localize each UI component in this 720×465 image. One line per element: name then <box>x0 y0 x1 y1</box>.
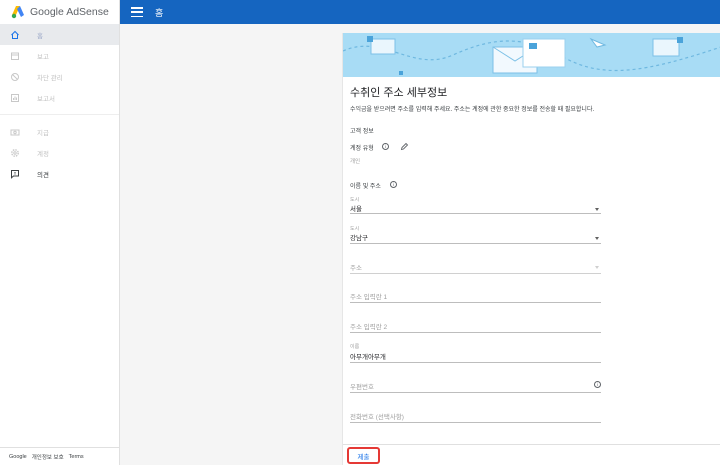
phone-input[interactable]: 전화번호 (선택사항) <box>350 411 404 421</box>
block-icon <box>10 72 20 82</box>
submit-button[interactable]: 제출 <box>347 447 380 464</box>
district-select[interactable]: 강남구 <box>350 232 368 242</box>
address-select[interactable]: 주소 <box>350 262 362 272</box>
city-label: 도시 <box>350 197 360 203</box>
sidebar-item-label: 지급 <box>37 129 49 137</box>
info-icon[interactable]: i <box>390 181 397 188</box>
sidebar-item-label: 차단 관리 <box>37 74 63 82</box>
privacy-link[interactable]: 개인정보 보호 <box>32 453 64 461</box>
address-line2-underline <box>350 332 601 333</box>
sidebar-item-home[interactable]: 홈 <box>0 24 119 45</box>
hero-illustration <box>343 33 720 77</box>
info-icon[interactable]: i <box>382 143 389 150</box>
sidebar-item-reports[interactable]: 보고서 <box>0 87 119 108</box>
top-bar: 홈 <box>120 0 720 24</box>
page-title: 홈 <box>155 7 164 18</box>
sidebar: 홈 보고 차단 관리 보고서 지급 계정 의견 Google 개인정보 보호 T… <box>0 24 120 465</box>
sidebar-item-label: 홈 <box>37 32 43 40</box>
brand-name: Google AdSense <box>30 6 109 18</box>
sidebar-item-payments[interactable]: 지급 <box>0 121 119 142</box>
feedback-icon <box>10 169 20 179</box>
brand[interactable]: Google AdSense <box>0 0 120 24</box>
sidebar-divider <box>0 114 119 115</box>
adsense-logo-icon <box>11 6 24 19</box>
city-select[interactable]: 서울 <box>350 203 362 213</box>
chevron-down-icon[interactable] <box>595 237 599 240</box>
terms-link[interactable]: Terms <box>69 454 84 460</box>
calendar-icon <box>10 51 20 61</box>
name-underline <box>350 362 601 363</box>
account-type-value: 개인 <box>350 159 361 165</box>
name-input[interactable]: 아무개아무개 <box>350 351 386 361</box>
edit-pencil-icon[interactable] <box>400 142 409 151</box>
sidebar-item-block-management[interactable]: 차단 관리 <box>0 66 119 87</box>
address-line1-input[interactable]: 주소 입력란 1 <box>350 291 387 301</box>
district-underline <box>350 243 601 244</box>
sidebar-item-label: 보고 <box>37 53 49 61</box>
hamburger-menu-icon[interactable] <box>131 7 143 17</box>
form-description: 수익금을 받으려면 주소를 입력해 주세요. 주소는 계정에 관한 중요한 정보… <box>350 107 595 113</box>
form-title: 수취인 주소 세부정보 <box>350 87 448 99</box>
sidebar-item-label: 의견 <box>37 171 49 179</box>
card-footer-divider <box>343 444 720 445</box>
info-icon[interactable]: i <box>594 381 601 388</box>
name-address-heading: 이름 및 주소 <box>350 184 381 190</box>
sidebar-item-label: 보고서 <box>37 95 55 103</box>
address-form-card: 수취인 주소 세부정보 수익금을 받으려면 주소를 입력해 주세요. 주소는 계… <box>342 33 720 465</box>
customer-info-heading: 고객 정보 <box>350 129 374 135</box>
address-line1-underline <box>350 302 601 303</box>
postal-code-underline <box>350 392 601 393</box>
phone-underline <box>350 422 601 423</box>
sidebar-item-account[interactable]: 계정 <box>0 142 119 163</box>
sidebar-item-report[interactable]: 보고 <box>0 45 119 66</box>
sidebar-footer: Google 개인정보 보호 Terms <box>0 447 120 465</box>
city-underline <box>350 213 601 214</box>
postal-code-input[interactable]: 우편번호 <box>350 381 374 391</box>
app-header: Google AdSense 홈 <box>0 0 720 24</box>
sidebar-item-feedback[interactable]: 의견 <box>0 163 119 184</box>
report-icon <box>10 93 20 103</box>
account-type-label: 계정 유형 <box>350 146 374 152</box>
payments-icon <box>10 127 20 137</box>
google-link[interactable]: Google <box>9 454 27 460</box>
chevron-down-icon[interactable] <box>595 266 599 269</box>
name-label: 이름 <box>350 344 360 350</box>
address-underline <box>350 273 601 274</box>
sidebar-item-label: 계정 <box>37 150 49 158</box>
address-line2-input[interactable]: 주소 입력란 2 <box>350 321 387 331</box>
chevron-down-icon[interactable] <box>595 208 599 211</box>
gear-icon <box>10 148 20 158</box>
district-label: 도시 <box>350 226 360 232</box>
home-icon <box>10 30 20 40</box>
